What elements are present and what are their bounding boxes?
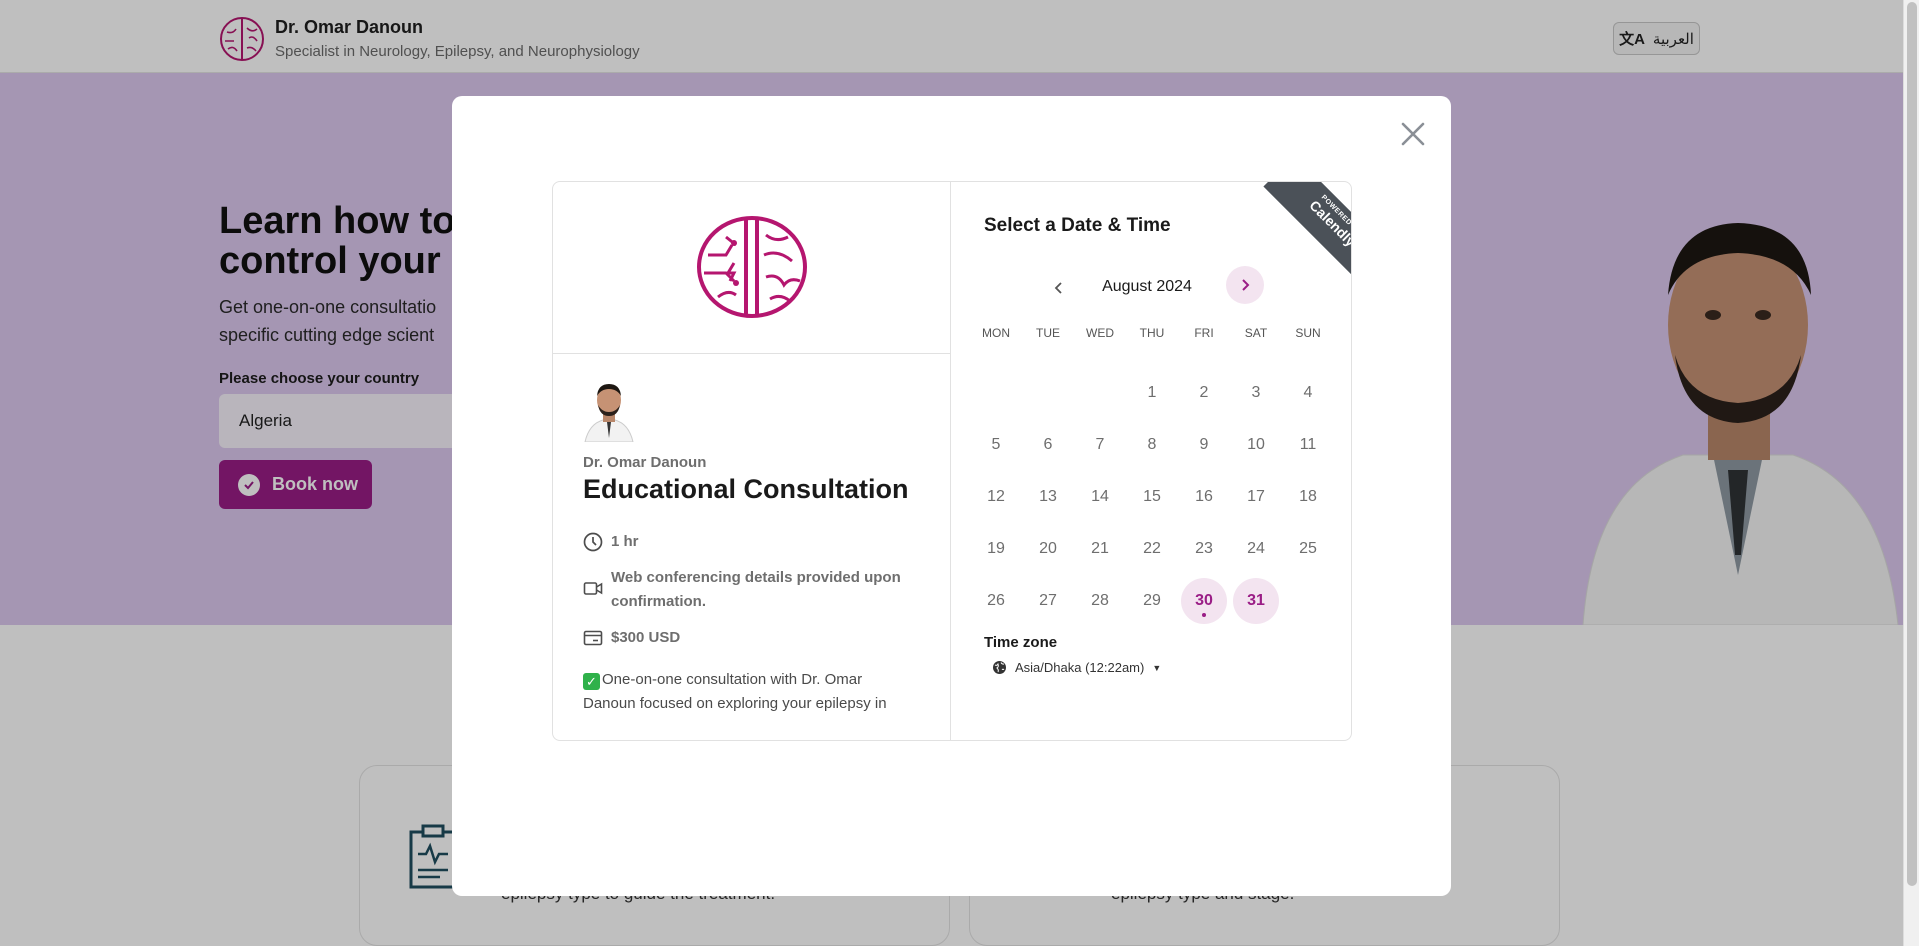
booking-modal: Dr. Omar Danoun Educational Consultation… [452,96,1451,896]
calendar-day: 28 [1091,592,1109,609]
check-box-icon: ✓ [583,673,600,690]
location-row: Web conferencing details provided upon c… [583,566,923,614]
page-scrollbar[interactable] [1903,0,1919,946]
calendar-day: 17 [1247,488,1265,505]
close-icon[interactable] [1397,118,1429,150]
weekday-wed: WED [1086,326,1114,340]
calendar-day: 2 [1199,384,1209,401]
event-title: Educational Consultation [583,474,909,504]
calendar-day: 15 [1143,488,1161,505]
weekday-fri: FRI [1194,326,1214,340]
next-month-button[interactable] [1226,266,1264,304]
calendar-day: 6 [1043,436,1053,453]
calendar-day: 23 [1195,540,1213,557]
video-icon [583,582,603,595]
powered-by-calendly-badge[interactable]: POWERED BY Calendly [1245,182,1351,284]
calendar-day: 29 [1143,592,1161,609]
calendar-day: 4 [1303,384,1313,401]
timezone-label: Time zone [984,634,1058,651]
calendar-day: 24 [1247,540,1265,557]
weekday-tue: TUE [1036,326,1060,340]
calendar-day: 26 [987,592,1005,609]
calendar-day-available[interactable]: 30 [1181,578,1227,624]
date-picker-title: Select a Date & Time [984,215,1171,236]
location-text: Web conferencing details provided upon c… [611,569,901,610]
calendar-day: 3 [1251,384,1261,401]
price-row: $300 USD [583,626,680,650]
calendar-day: 5 [991,436,1001,453]
globe-icon [993,661,1006,674]
host-avatar [584,384,634,442]
event-description: ✓ One-on-one consultation with Dr. Omar D… [583,671,887,712]
calendar-day: 25 [1299,540,1317,557]
calendar-day-available[interactable]: 31 [1233,578,1279,624]
clock-icon [583,532,603,552]
calendar-day: 12 [987,488,1005,505]
calendar-day: 16 [1195,488,1213,505]
calendar-day: 19 [987,540,1005,557]
credit-card-icon [583,630,603,646]
calendar-day: 1 [1147,384,1157,401]
today-dot [1202,613,1206,617]
calendar-day: 11 [1299,436,1317,453]
calendar-day: 27 [1039,592,1057,609]
weekday-thu: THU [1139,326,1165,340]
brain-logo-icon [697,216,807,318]
calendar-day: 21 [1091,540,1109,557]
date-picker-pane: Select a Date & Time POWERED BY Calendly… [952,182,1351,740]
scrollbar-thumb[interactable] [1907,2,1917,886]
calendar-day: 9 [1199,436,1209,453]
calendar-day: 8 [1147,436,1157,453]
duration-text: 1 hr [611,533,639,550]
host-name: Dr. Omar Danoun [583,454,707,471]
timezone-value: Asia/Dhaka (12:22am) [1015,660,1145,675]
chevron-right-icon [1242,279,1250,291]
chevron-left-icon [1054,282,1062,294]
calendar-day: 10 [1247,436,1265,453]
weekday-sat: SAT [1244,326,1268,340]
caret-down-icon: ▼ [1152,662,1162,673]
calendar-day: 14 [1091,488,1109,505]
timezone-select[interactable]: Asia/Dhaka (12:22am) ▼ [992,660,1161,675]
calendly-widget: Dr. Omar Danoun Educational Consultation… [552,181,1352,741]
weekday-sun: SUN [1295,326,1321,340]
calendar-day: 18 [1299,488,1317,505]
calendar-day: 20 [1039,540,1057,557]
event-logo-area [553,182,951,354]
duration-row: 1 hr [583,530,639,554]
weekday-mon: MON [982,326,1010,340]
calendar-day: 13 [1039,488,1057,505]
calendar-day: 22 [1143,540,1161,557]
price-text: $300 USD [611,629,681,646]
month-label: August 2024 [1102,278,1192,295]
previous-month-button[interactable] [1047,276,1071,300]
event-details-pane: Dr. Omar Danoun Educational Consultation… [553,182,951,740]
calendar-day: 7 [1095,436,1105,453]
